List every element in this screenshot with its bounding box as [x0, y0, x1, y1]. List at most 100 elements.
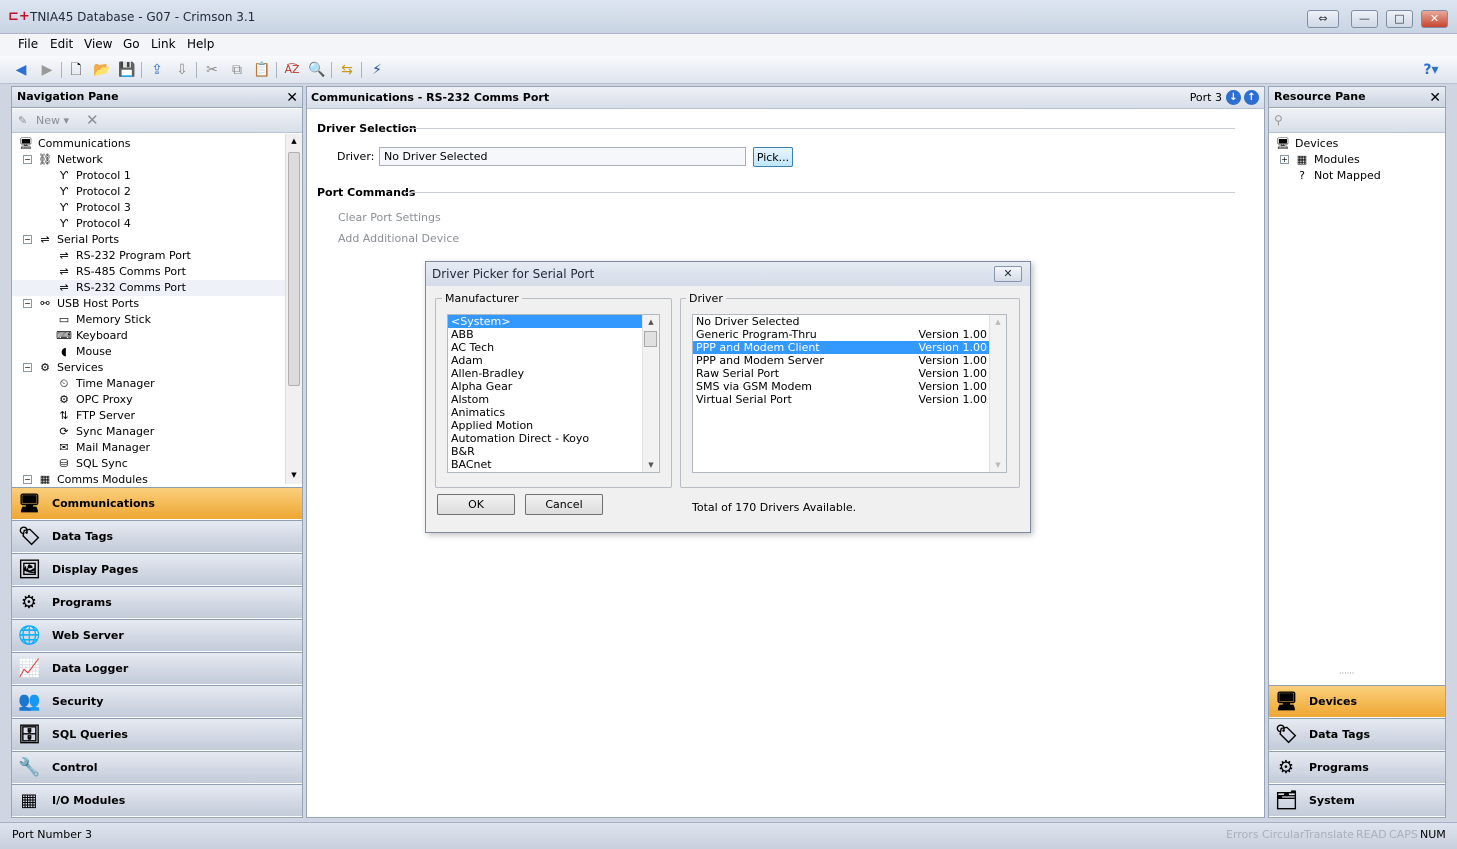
category-button[interactable]: 🖼 Display Pages	[12, 553, 302, 585]
tree-item[interactable]: ? Not Mapped	[1269, 168, 1445, 184]
tree-item[interactable]: ⚙ OPC Proxy	[12, 392, 302, 408]
close-pane-icon[interactable]: ✕	[1429, 88, 1441, 108]
manufacturer-item[interactable]: ABB	[448, 328, 643, 341]
category-button[interactable]: 🗄 SQL Queries	[12, 718, 302, 750]
driver-item[interactable]: PPP and Modem Client Version 1.00	[693, 341, 990, 354]
expand-collapse-icon[interactable]: −	[23, 475, 32, 484]
copy-icon[interactable]: ⧉	[227, 60, 247, 80]
scroll-thumb[interactable]	[288, 152, 300, 386]
manufacturer-item[interactable]: Alstom	[448, 393, 643, 406]
driver-field[interactable]	[379, 147, 746, 166]
tree-item[interactable]: ▦ Modules	[1269, 152, 1445, 168]
expand-collapse-icon[interactable]: −	[23, 363, 32, 372]
tree-item[interactable]: ⇌ RS-232 Comms Port	[12, 280, 302, 296]
new-item-button[interactable]: New ▾	[36, 114, 69, 127]
category-button[interactable]: 🖥 Devices	[1269, 685, 1445, 717]
category-button[interactable]: 🗂 System	[1269, 784, 1445, 816]
manufacturer-item[interactable]: Alpha Gear	[448, 380, 643, 393]
tree-item[interactable]: ▦ Comms Modules	[12, 472, 302, 484]
menu-link[interactable]: Link	[151, 37, 176, 51]
category-button[interactable]: 🖥 Communications	[12, 487, 302, 519]
menu-go[interactable]: Go	[123, 37, 140, 51]
tree-item[interactable]: ✉ Mail Manager	[12, 440, 302, 456]
manufacturer-item[interactable]: Adam	[448, 354, 643, 367]
scroll-up-icon[interactable]: ▲	[643, 315, 659, 329]
tree-item[interactable]: ⛁ SQL Sync	[12, 456, 302, 472]
tree-item[interactable]: ⌨ Keyboard	[12, 328, 302, 344]
close-window-button[interactable]: ✕	[1421, 10, 1448, 28]
back-icon[interactable]: ◀	[11, 60, 31, 80]
driver-item[interactable]: No Driver Selected	[693, 315, 990, 328]
tree-item[interactable]: Ƴ Protocol 2	[12, 184, 302, 200]
previous-port-icon[interactable]: ↑	[1244, 90, 1259, 105]
forward-icon[interactable]: ▶	[37, 60, 57, 80]
manufacturer-item[interactable]: AC Tech	[448, 341, 643, 354]
tree-item[interactable]: ⇅ FTP Server	[12, 408, 302, 424]
tree-item[interactable]: ⚯ USB Host Ports	[12, 296, 302, 312]
expand-collapse-icon[interactable]: +	[1280, 155, 1289, 164]
navigation-tree-scrollbar[interactable]: ▲ ▼	[285, 134, 302, 484]
upload-icon[interactable]: ⇪	[147, 60, 167, 80]
link-icon[interactable]: ⇆	[337, 60, 357, 80]
category-button[interactable]: 🌐 Web Server	[12, 619, 302, 651]
category-button[interactable]: 🏷 Data Tags	[12, 520, 302, 552]
category-button[interactable]: 🔧 Control	[12, 751, 302, 783]
driver-item[interactable]: SMS via GSM Modem Version 1.00	[693, 380, 990, 393]
help-icon[interactable]: ?▾	[1418, 60, 1444, 80]
wand-icon[interactable]: ⚡	[367, 60, 387, 80]
tree-item[interactable]: ⟳ Sync Manager	[12, 424, 302, 440]
expand-collapse-icon[interactable]: −	[23, 299, 32, 308]
driver-item[interactable]: PPP and Modem Server Version 1.00	[693, 354, 990, 367]
driver-item[interactable]: Generic Program-Thru Version 1.00	[693, 328, 990, 341]
category-button[interactable]: 🏷 Data Tags	[1269, 718, 1445, 750]
add-additional-device-link[interactable]: Add Additional Device	[338, 232, 459, 245]
driver-scrollbar[interactable]: ▲ ▼	[989, 315, 1006, 472]
open-folder-icon[interactable]: 📂	[92, 60, 112, 80]
tree-item[interactable]: ⏲ Time Manager	[12, 376, 302, 392]
save-icon[interactable]: 💾	[117, 60, 137, 80]
category-button[interactable]: ⚙ Programs	[12, 586, 302, 618]
delete-icon[interactable]: ✕	[86, 111, 99, 129]
tree-item[interactable]: Ƴ Protocol 4	[12, 216, 302, 232]
scroll-down-icon[interactable]: ▼	[643, 458, 659, 472]
tree-item[interactable]: ⇌ Serial Ports	[12, 232, 302, 248]
category-button[interactable]: 📈 Data Logger	[12, 652, 302, 684]
minimize-button[interactable]: —	[1351, 10, 1378, 28]
tree-item[interactable]: Ƴ Protocol 1	[12, 168, 302, 184]
tree-item[interactable]: ⇌ RS-485 Comms Port	[12, 264, 302, 280]
manufacturer-item[interactable]: <System>	[448, 315, 643, 328]
tree-item[interactable]: ◖ Mouse	[12, 344, 302, 360]
close-pane-icon[interactable]: ✕	[286, 88, 298, 108]
paste-icon[interactable]: 📋	[252, 60, 272, 80]
category-button[interactable]: ▦ I/O Modules	[12, 784, 302, 816]
tree-item[interactable]: 🖥 Devices	[1269, 136, 1445, 152]
ok-button[interactable]: OK	[437, 494, 515, 515]
menu-help[interactable]: Help	[187, 37, 214, 51]
tree-item[interactable]: ⚙ Services	[12, 360, 302, 376]
search-icon[interactable]: ⚲	[1274, 113, 1283, 127]
scroll-down-icon[interactable]: ▼	[990, 458, 1006, 472]
manufacturer-item[interactable]: Allen-Bradley	[448, 367, 643, 380]
next-port-icon[interactable]: ↓	[1226, 90, 1241, 105]
expand-collapse-icon[interactable]: −	[23, 235, 32, 244]
manufacturer-item[interactable]: BACnet	[448, 458, 643, 471]
driver-item[interactable]: Raw Serial Port Version 1.00	[693, 367, 990, 380]
manufacturer-item[interactable]: Automation Direct - Koyo	[448, 432, 643, 445]
find-icon[interactable]: 🔍	[307, 60, 327, 80]
menu-file[interactable]: File	[18, 37, 38, 51]
splitter-grip[interactable]: ······	[1339, 669, 1354, 678]
tree-item[interactable]: Ƴ Protocol 3	[12, 200, 302, 216]
dialog-close-icon[interactable]: ✕	[994, 266, 1022, 282]
clear-port-settings-link[interactable]: Clear Port Settings	[338, 211, 441, 224]
manufacturer-item[interactable]: Applied Motion	[448, 419, 643, 432]
restore-extra-button[interactable]: ⇔	[1307, 10, 1339, 28]
driver-item[interactable]: Virtual Serial Port Version 1.00	[693, 393, 990, 406]
driver-list[interactable]: No Driver Selected Generic Program-Thru Ve…	[692, 314, 1007, 473]
pick-driver-button[interactable]: Pick...	[753, 147, 793, 167]
download-icon[interactable]: ⇩	[172, 60, 192, 80]
tree-item[interactable]: ▭ Memory Stick	[12, 312, 302, 328]
cancel-button[interactable]: Cancel	[525, 494, 603, 515]
scroll-down-icon[interactable]: ▼	[286, 468, 302, 482]
maximize-button[interactable]: □	[1386, 10, 1413, 28]
new-file-icon[interactable]: 🗋	[66, 60, 86, 80]
